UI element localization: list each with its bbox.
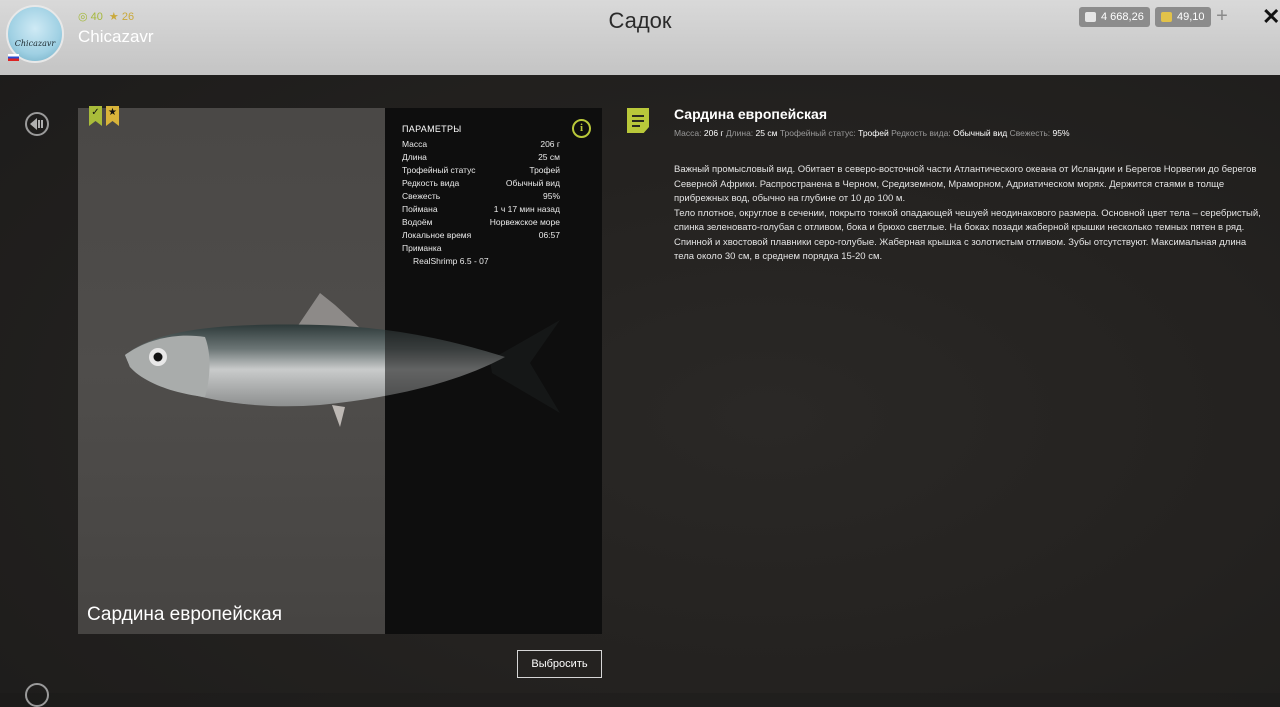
description-text: Важный промысловый вид. Обитает в северо… xyxy=(674,164,1261,262)
gold-coin-icon xyxy=(1161,12,1172,22)
param-value: Трофей xyxy=(529,165,560,175)
note-icon xyxy=(627,108,649,133)
param-label: Трофейный статус xyxy=(402,165,476,175)
param-label: Поймана xyxy=(402,204,438,214)
param-row: Водоём Норвежское море xyxy=(402,216,560,229)
meta-label: Свежесть: xyxy=(1009,128,1051,138)
meta-value: 25 см xyxy=(755,128,778,138)
param-value: Норвежское море xyxy=(489,217,560,227)
silver-currency[interactable]: 4 668,26 xyxy=(1079,7,1150,27)
discard-button[interactable]: Выбросить xyxy=(517,650,602,678)
meta-label: Масса: xyxy=(674,128,702,138)
param-label: Локальное время xyxy=(402,230,472,240)
bait-value: RealShrimp 6.5 - 07 xyxy=(413,256,489,266)
meta-value: 95% xyxy=(1052,128,1070,138)
fish-image xyxy=(125,285,570,435)
param-value: 1 ч 17 мин назад xyxy=(493,204,560,214)
gold-amount: 49,10 xyxy=(1177,11,1205,23)
param-label: Масса xyxy=(402,139,428,149)
avatar-logo-text: Chicazavr xyxy=(14,38,56,48)
param-row: Редкость вида Обычный вид xyxy=(402,177,560,190)
params-list: Масса 206 г Длина 25 см Трофейный статус Тр… xyxy=(402,138,560,268)
param-value: 206 г xyxy=(540,139,560,149)
param-row: Локальное время 06:57 xyxy=(402,229,560,242)
back-button[interactable] xyxy=(25,112,49,136)
params-title: ПАРАМЕТРЫ xyxy=(402,124,462,134)
info-icon[interactable]: i xyxy=(572,119,591,138)
param-label: Длина xyxy=(402,152,427,162)
meta-value: Трофей xyxy=(858,128,889,138)
meta-label: Трофейный статус: xyxy=(779,128,856,138)
gold-currency[interactable]: 49,10 xyxy=(1155,7,1211,27)
description-title: Сардина европейская xyxy=(674,106,827,122)
param-row: Поймана 1 ч 17 мин назад xyxy=(402,203,560,216)
description-meta: Масса: 206 г Длина: 25 см Трофейный стат… xyxy=(674,128,1070,138)
param-value: 95% xyxy=(542,191,560,201)
param-value: 25 см xyxy=(538,152,560,162)
fish-name-title: Сардина европейская xyxy=(87,604,283,625)
meta-label: Редкость вида: xyxy=(891,128,951,138)
silver-coin-icon xyxy=(1085,12,1096,22)
meta-label: Длина: xyxy=(725,128,754,138)
param-label: Редкость вида xyxy=(402,178,460,188)
flag-icon xyxy=(8,54,19,61)
add-currency-button[interactable]: + xyxy=(1212,6,1232,27)
param-label: Свежесть xyxy=(402,191,441,201)
bait-label: Приманка xyxy=(402,243,442,253)
param-row: Масса 206 г xyxy=(402,138,560,151)
param-value: 06:57 xyxy=(538,230,560,240)
param-label: Водоём xyxy=(402,217,433,227)
arrow-left-icon xyxy=(30,118,43,130)
param-row: Трофейный статус Трофей xyxy=(402,164,560,177)
param-row: Длина 25 см xyxy=(402,151,560,164)
silver-amount: 4 668,26 xyxy=(1101,11,1144,23)
meta-value: Обычный вид xyxy=(953,128,1008,138)
top-bar: Chicazavr ◎ 40 ★ 26 Chicazavr Садок 4 66… xyxy=(0,0,1280,75)
bottom-nav-button[interactable] xyxy=(25,683,49,707)
close-icon[interactable]: ✕ xyxy=(1262,6,1280,28)
param-row: Свежесть 95% xyxy=(402,190,560,203)
param-value: Обычный вид xyxy=(505,178,560,188)
meta-value: 206 г xyxy=(703,128,724,138)
